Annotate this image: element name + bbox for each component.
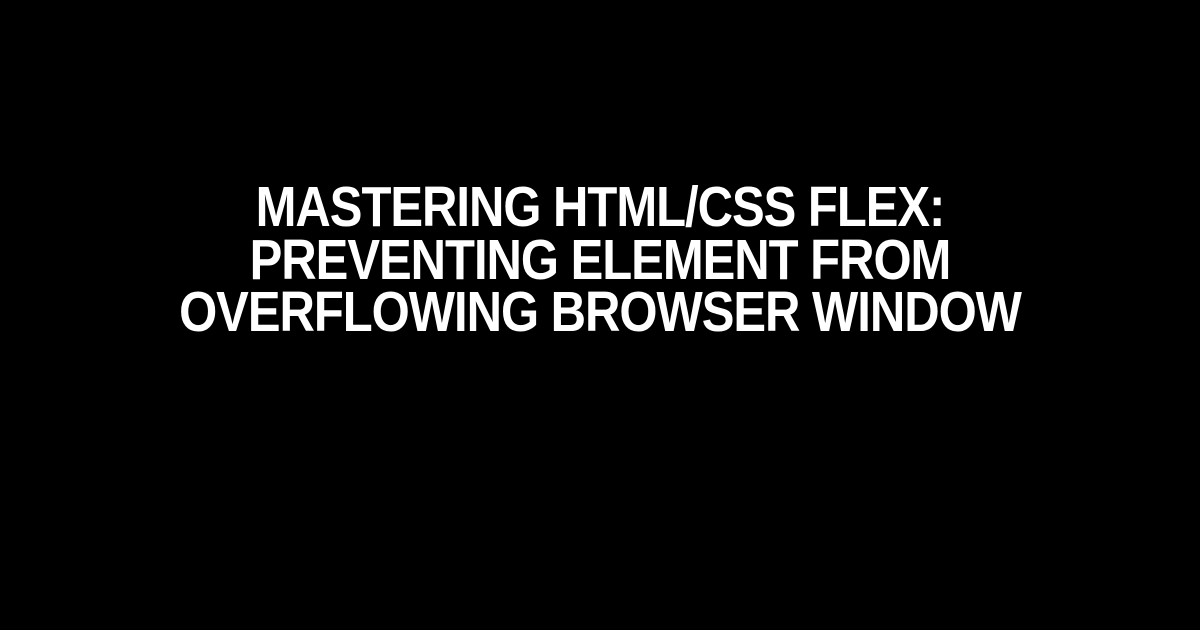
page-title: Mastering HTML/CSS Flex: Preventing Elem… xyxy=(118,181,1081,338)
title-container: Mastering HTML/CSS Flex: Preventing Elem… xyxy=(0,181,1200,338)
